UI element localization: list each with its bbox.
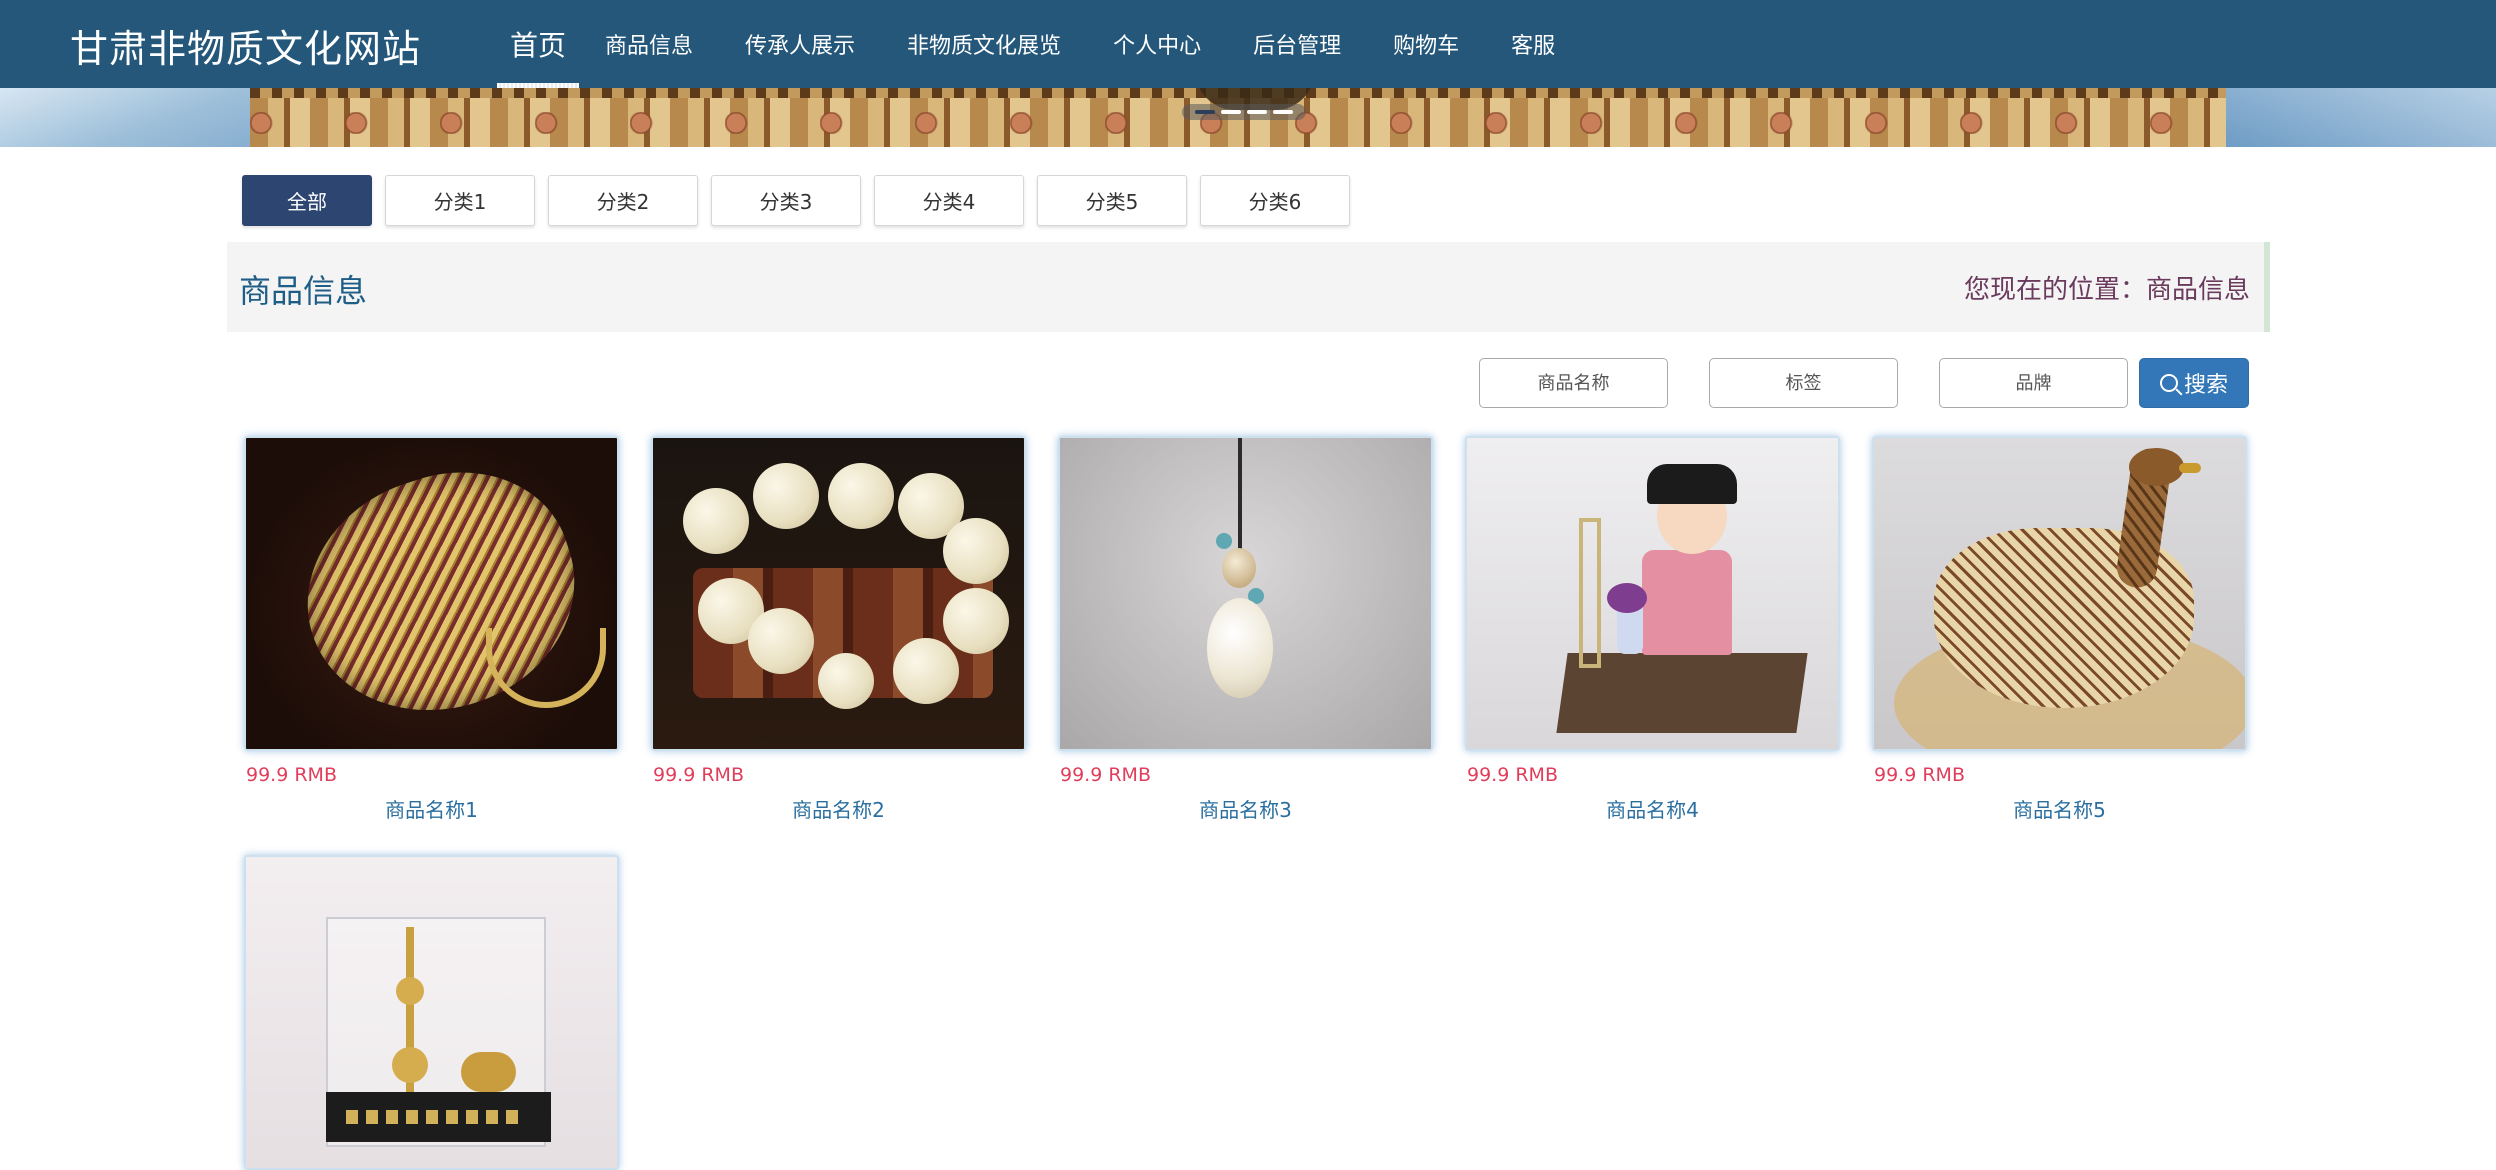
product-price: 99.9 RMB <box>246 764 337 786</box>
product-card[interactable] <box>244 855 619 1170</box>
main-nav: 首页 商品信息 传承人展示 非物质文化展览 个人中心 后台管理 购物车 客服 <box>497 0 1581 88</box>
nav-exhibition[interactable]: 非物质文化展览 <box>881 0 1087 88</box>
product-card[interactable]: 99.9 RMB 商品名称4 <box>1465 436 1840 823</box>
category-1[interactable]: 分类1 <box>385 175 535 226</box>
bead <box>943 588 1009 654</box>
product-card[interactable]: 99.9 RMB 商品名称5 <box>1872 436 2247 823</box>
tag-search-input[interactable] <box>1709 358 1898 408</box>
brand-search-input[interactable] <box>1939 358 2128 408</box>
category-4[interactable]: 分类4 <box>874 175 1024 226</box>
bead <box>818 653 874 709</box>
bead <box>683 488 749 554</box>
page-title: 商品信息 <box>239 272 368 310</box>
search-icon <box>2159 374 2178 392</box>
category-2[interactable]: 分类2 <box>548 175 698 226</box>
site-title[interactable]: 甘肃非物质文化网站 <box>70 18 421 73</box>
nav-user-center[interactable]: 个人中心 <box>1087 0 1227 88</box>
product-image-tower-souvenir-display[interactable] <box>244 855 619 1170</box>
top-navbar: 甘肃非物质文化网站 首页 商品信息 传承人展示 非物质文化展览 个人中心 后台管… <box>0 0 2496 88</box>
carousel-dot-3[interactable] <box>1247 110 1267 114</box>
product-image-swan-wicker-basket[interactable] <box>1872 436 2247 751</box>
product-price: 99.9 RMB <box>1874 764 1965 786</box>
nav-admin[interactable]: 后台管理 <box>1227 0 1367 88</box>
product-image-woven-bamboo-basket[interactable] <box>244 436 619 751</box>
carousel-dot-2[interactable] <box>1221 110 1241 114</box>
product-price: 99.9 RMB <box>1467 764 1558 786</box>
nav-service[interactable]: 客服 <box>1485 0 1581 88</box>
breadcrumb: 您现在的位置：商品信息 <box>1963 275 2250 305</box>
banner-sky-left <box>0 88 260 147</box>
bead <box>828 463 894 529</box>
bead <box>893 638 959 704</box>
bead <box>748 608 814 674</box>
product-name[interactable]: 商品名称3 <box>1058 794 1433 823</box>
bead <box>753 463 819 529</box>
product-name[interactable]: 商品名称5 <box>1872 794 2247 823</box>
category-all[interactable]: 全部 <box>242 175 372 226</box>
nav-products[interactable]: 商品信息 <box>579 0 719 88</box>
product-name-search-input[interactable] <box>1479 358 1668 408</box>
product-image-jade-pendant[interactable] <box>1058 436 1433 751</box>
turquoise-bead <box>1216 533 1232 549</box>
category-3[interactable]: 分类3 <box>711 175 861 226</box>
product-name[interactable]: 商品名称1 <box>244 794 619 823</box>
category-tabs: 全部 分类1 分类2 分类3 分类4 分类5 分类6 <box>242 175 1350 226</box>
nav-inheritors[interactable]: 传承人展示 <box>719 0 881 88</box>
carousel-dot-4[interactable] <box>1273 110 1293 114</box>
nav-home[interactable]: 首页 <box>497 0 580 88</box>
product-price: 99.9 RMB <box>653 764 744 786</box>
product-card[interactable]: 99.9 RMB 商品名称2 <box>651 436 1026 823</box>
category-6[interactable]: 分类6 <box>1200 175 1350 226</box>
product-image-doll-figurine[interactable] <box>1465 436 1840 751</box>
basket-handle <box>486 628 606 708</box>
product-card[interactable]: 99.9 RMB 商品名称3 <box>1058 436 1433 823</box>
carved-bead <box>1222 548 1256 588</box>
figurine-flower <box>1607 583 1647 613</box>
carousel-indicators <box>1182 104 1306 120</box>
figurine-frame <box>1579 518 1601 668</box>
swan-beak <box>2179 463 2201 473</box>
search-button-label: 搜索 <box>2183 373 2228 398</box>
product-price: 99.9 RMB <box>1060 764 1151 786</box>
product-name[interactable]: 商品名称2 <box>651 794 1026 823</box>
category-5[interactable]: 分类5 <box>1037 175 1187 226</box>
figurine-robe <box>1642 550 1732 655</box>
swan-head <box>2129 448 2184 486</box>
pendant-stone <box>1207 598 1273 698</box>
nav-cart[interactable]: 购物车 <box>1367 0 1485 88</box>
section-header: 商品信息 您现在的位置：商品信息 <box>227 242 2270 332</box>
figurine-hair <box>1647 464 1737 504</box>
bead <box>943 518 1009 584</box>
product-image-bodhi-bead-bracelet[interactable] <box>651 436 1026 751</box>
tower-sphere <box>396 977 424 1005</box>
base-engraving <box>346 1110 526 1124</box>
product-card[interactable]: 99.9 RMB 商品名称1 <box>244 436 619 823</box>
carousel-dot-1[interactable] <box>1195 110 1215 114</box>
product-name[interactable]: 商品名称4 <box>1465 794 1840 823</box>
tower-sphere <box>392 1047 428 1083</box>
banner-sky-right <box>2226 88 2496 147</box>
dog-figure <box>461 1052 516 1092</box>
search-button[interactable]: 搜索 <box>2139 358 2249 408</box>
